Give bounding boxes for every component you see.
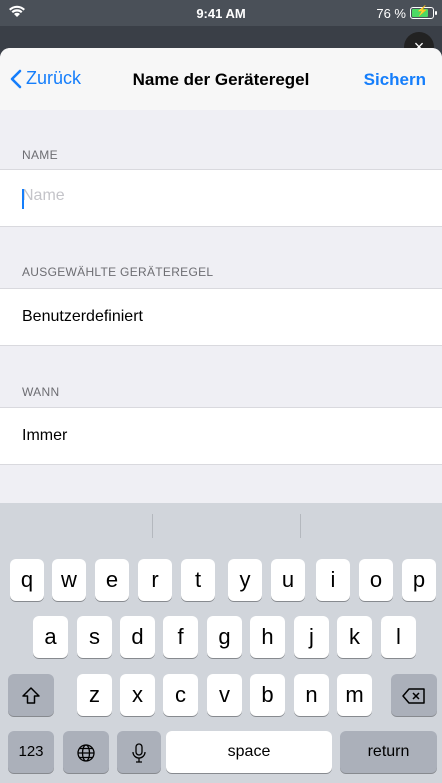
- suggestion-divider: [300, 514, 301, 538]
- microphone-icon: [132, 743, 146, 763]
- key-i[interactable]: i: [316, 559, 350, 601]
- selected-rule-cell[interactable]: Benutzerdefiniert: [0, 288, 442, 346]
- key-t[interactable]: t: [181, 559, 215, 601]
- section-header-name: NAME: [22, 148, 58, 162]
- save-button[interactable]: Sichern: [364, 70, 426, 90]
- key-h[interactable]: h: [250, 616, 285, 658]
- key-w[interactable]: w: [52, 559, 86, 601]
- key-e[interactable]: e: [95, 559, 129, 601]
- backspace-icon: [402, 688, 425, 704]
- suggestion-bar: [0, 503, 442, 548]
- key-b[interactable]: b: [250, 674, 285, 716]
- key-n[interactable]: n: [294, 674, 329, 716]
- battery-percent: 76 %: [376, 6, 406, 21]
- battery-icon: ⚡: [410, 6, 437, 19]
- key-o[interactable]: o: [359, 559, 393, 601]
- key-u[interactable]: u: [271, 559, 305, 601]
- selected-rule-value: Benutzerdefiniert: [22, 308, 143, 325]
- section-header-when: WANN: [22, 385, 60, 399]
- backspace-key[interactable]: [391, 674, 437, 716]
- status-bar: 9:41 AM 76 % ⚡: [0, 0, 442, 26]
- shift-icon: [22, 687, 40, 704]
- suggestion-divider: [152, 514, 153, 538]
- when-value: Immer: [22, 427, 68, 444]
- key-c[interactable]: c: [163, 674, 198, 716]
- section-header-selected-rule: AUSGEWÄHLTE GERÄTEREGEL: [22, 265, 214, 279]
- key-f[interactable]: f: [163, 616, 198, 658]
- key-s[interactable]: s: [77, 616, 112, 658]
- key-j[interactable]: j: [294, 616, 329, 658]
- key-l[interactable]: l: [381, 616, 416, 658]
- key-d[interactable]: d: [120, 616, 155, 658]
- key-p[interactable]: p: [402, 559, 436, 601]
- key-v[interactable]: v: [207, 674, 242, 716]
- shift-key[interactable]: [8, 674, 54, 716]
- keyboard: q w e r t y u i o p a s d f g h j k l z …: [0, 503, 442, 783]
- space-key[interactable]: space: [166, 731, 332, 773]
- key-g[interactable]: g: [207, 616, 242, 658]
- when-cell[interactable]: Immer: [0, 407, 442, 465]
- navigation-bar: Zurück Name der Geräteregel Sichern: [0, 48, 442, 110]
- name-cell[interactable]: [0, 169, 442, 227]
- globe-key[interactable]: [63, 731, 109, 773]
- name-input[interactable]: [22, 187, 422, 205]
- key-k[interactable]: k: [337, 616, 372, 658]
- key-y[interactable]: y: [228, 559, 262, 601]
- microphone-key[interactable]: [117, 731, 161, 773]
- key-r[interactable]: r: [138, 559, 172, 601]
- return-key[interactable]: return: [340, 731, 437, 773]
- key-m[interactable]: m: [337, 674, 372, 716]
- key-z[interactable]: z: [77, 674, 112, 716]
- key-q[interactable]: q: [10, 559, 44, 601]
- key-x[interactable]: x: [120, 674, 155, 716]
- globe-icon: [77, 744, 95, 762]
- key-a[interactable]: a: [33, 616, 68, 658]
- text-cursor: [22, 189, 24, 209]
- numbers-key[interactable]: 123: [8, 731, 54, 773]
